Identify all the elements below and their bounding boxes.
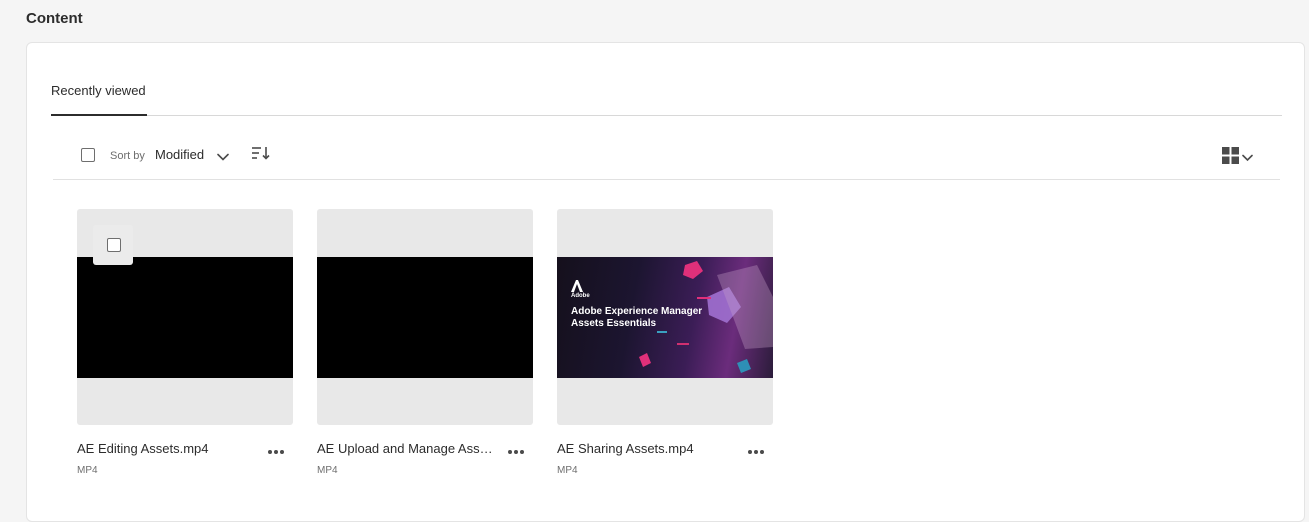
asset-card[interactable]: AE Upload and Manage Asse... MP4 [317, 209, 533, 476]
asset-thumbnail[interactable]: Adobe Adobe Experience Manager Assets Es… [557, 209, 773, 425]
more-actions-icon[interactable] [267, 442, 285, 460]
tab-bar: Recently viewed [51, 43, 1282, 116]
video-frame [77, 257, 293, 378]
asset-card[interactable]: AE Editing Assets.mp4 MP4 [77, 209, 293, 476]
promo-title: Adobe Experience Manager Assets Essentia… [571, 306, 703, 329]
sort-descending-icon[interactable] [251, 146, 271, 165]
asset-type: MP4 [317, 465, 338, 476]
promo-frame: Adobe Adobe Experience Manager Assets Es… [557, 257, 773, 378]
promo-brand: Adobe [571, 293, 590, 299]
select-all-checkbox[interactable] [81, 148, 95, 162]
asset-type: MP4 [77, 465, 98, 476]
asset-type: MP4 [557, 465, 578, 476]
grid-view-icon [1222, 147, 1239, 169]
sort-by-label: Sort by [110, 150, 145, 162]
asset-card[interactable]: Adobe Adobe Experience Manager Assets Es… [557, 209, 773, 476]
more-actions-icon[interactable] [747, 442, 765, 460]
toolbar: Sort by Modified [53, 135, 1280, 180]
asset-thumbnail[interactable] [77, 209, 293, 425]
more-actions-icon[interactable] [507, 442, 525, 460]
asset-thumbnail[interactable] [317, 209, 533, 425]
chevron-down-icon [1242, 149, 1253, 167]
section-title: Content [26, 10, 83, 27]
asset-name[interactable]: AE Sharing Assets.mp4 [557, 441, 737, 456]
sort-field-dropdown[interactable]: Modified [155, 147, 204, 162]
tab-recently-viewed[interactable]: Recently viewed [51, 83, 147, 116]
view-toggle[interactable] [1222, 147, 1253, 169]
asset-name[interactable]: AE Editing Assets.mp4 [77, 441, 257, 456]
card-checkbox-container[interactable] [93, 225, 133, 265]
asset-name[interactable]: AE Upload and Manage Asse... [317, 441, 497, 456]
card-checkbox[interactable] [107, 238, 121, 252]
video-frame [317, 257, 533, 378]
content-panel: Recently viewed Sort by Modified AE Edit… [26, 42, 1305, 522]
chevron-down-icon[interactable] [217, 148, 229, 166]
